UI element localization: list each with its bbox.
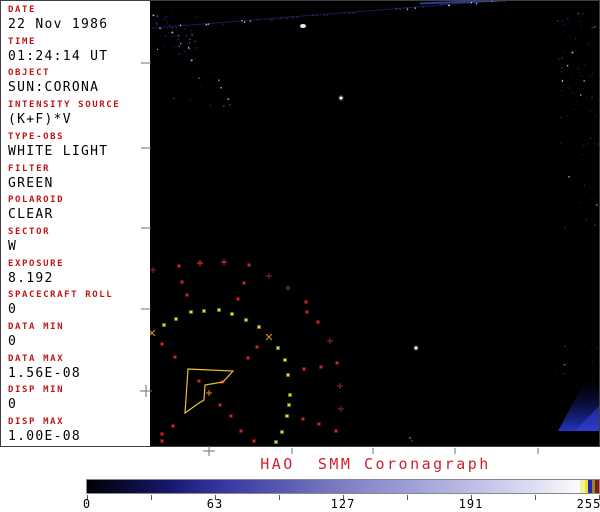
metadata-field: SECTORW (8, 226, 50, 254)
field-value: CLEAR (8, 207, 64, 222)
metadata-field: DATA MAX1.56E-08 (8, 353, 81, 381)
colorbar-tick (407, 495, 408, 500)
field-value: WHITE LIGHT (8, 144, 108, 159)
field-label: DATA MIN (8, 321, 64, 333)
field-value: GREEN (8, 176, 54, 191)
field-value: 8.192 (8, 271, 64, 286)
metadata-field: OBJECTSUN:CORONA (8, 67, 99, 95)
colorbar-label: 255 (577, 497, 600, 511)
metadata-field: INTENSITY SOURCE(K+F)*V (8, 99, 120, 127)
field-value: 0 (8, 334, 64, 349)
field-value: 1.56E-08 (8, 366, 81, 381)
colorbar-label: 191 (459, 497, 484, 511)
metadata-field: TYPE-OBSWHITE LIGHT (8, 131, 108, 159)
field-value: W (8, 239, 50, 254)
colorbar-label: 63 (207, 497, 223, 511)
field-value: 0 (8, 302, 113, 317)
metadata-field: DATA MIN0 (8, 321, 64, 349)
colorbar-stripe (595, 480, 599, 493)
coronagraph-viewer: DATE22 Nov 1986 TIME01:24:14 UT OBJECTSUN:… (0, 0, 600, 512)
colorbar-label: 0 (83, 497, 91, 511)
field-label: SPACECRAFT ROLL (8, 289, 113, 301)
metadata-sidebar: DATE22 Nov 1986 TIME01:24:14 UT OBJECTSUN:… (1, 1, 150, 446)
metadata-field: EXPOSURE8.192 (8, 258, 64, 286)
field-value: 1.00E-08 (8, 429, 81, 444)
field-label: INTENSITY SOURCE (8, 99, 120, 111)
metadata-field: DISP MIN0 (8, 384, 64, 412)
field-label: TYPE-OBS (8, 131, 108, 143)
field-label: OBJECT (8, 67, 99, 79)
field-value: 01:24:14 UT (8, 49, 108, 64)
metadata-field: FILTERGREEN (8, 163, 54, 191)
field-label: DISP MIN (8, 384, 64, 396)
field-label: DATE (8, 4, 108, 16)
main-panel: DATE22 Nov 1986 TIME01:24:14 UT OBJECTSUN:… (0, 0, 600, 447)
field-label: TIME (8, 36, 108, 48)
field-label: DISP MAX (8, 416, 81, 428)
field-label: FILTER (8, 163, 54, 175)
colorbar-tick (151, 495, 152, 500)
metadata-field: DISP MAX1.00E-08 (8, 416, 81, 444)
image-title: HAO SMM Coronagraph (151, 455, 600, 473)
field-value: SUN:CORONA (8, 80, 99, 95)
colorbar-end-stripes (580, 480, 599, 493)
colorbar (86, 479, 600, 494)
colorbar-label: 127 (331, 497, 356, 511)
metadata-field: SPACECRAFT ROLL0 (8, 289, 113, 317)
field-label: SECTOR (8, 226, 50, 238)
metadata-field: POLAROIDCLEAR (8, 194, 64, 222)
colorbar-tick (535, 495, 536, 500)
field-value: 22 Nov 1986 (8, 17, 108, 32)
metadata-field: TIME01:24:14 UT (8, 36, 108, 64)
field-label: EXPOSURE (8, 258, 64, 270)
field-label: POLAROID (8, 194, 64, 206)
field-value: (K+F)*V (8, 112, 120, 127)
field-value: 0 (8, 397, 64, 412)
field-label: DATA MAX (8, 353, 81, 365)
coronagraph-image (150, 1, 599, 446)
metadata-field: DATE22 Nov 1986 (8, 4, 108, 32)
colorbar-tick (279, 495, 280, 500)
